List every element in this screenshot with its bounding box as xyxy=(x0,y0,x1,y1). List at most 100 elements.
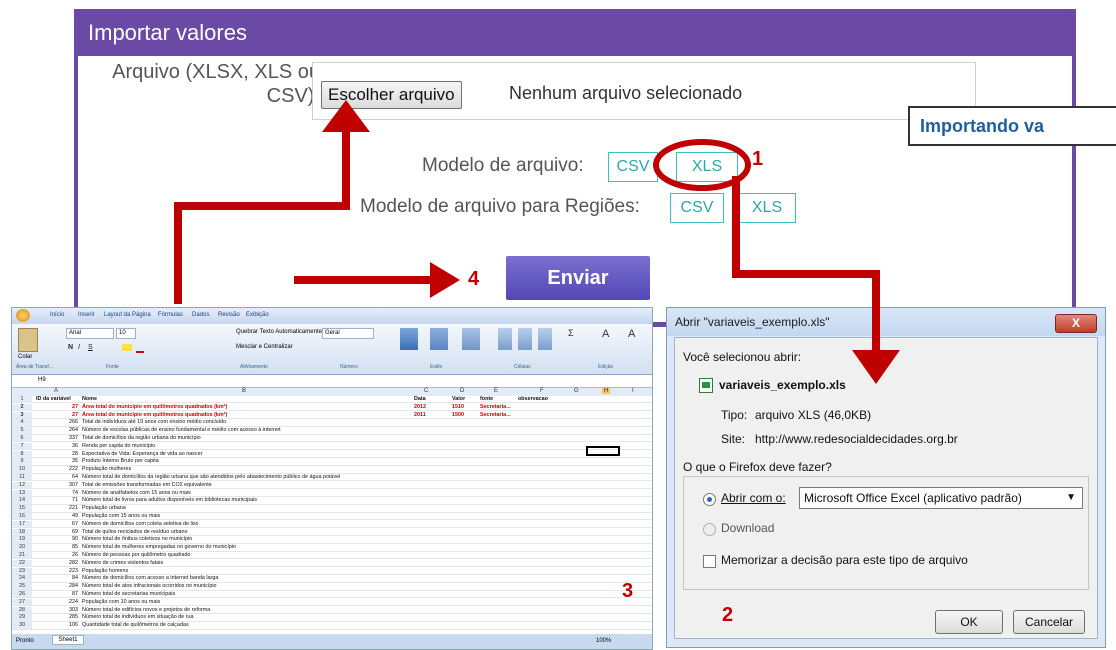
cell-reference[interactable]: H9 xyxy=(38,377,46,383)
delete-icon[interactable] xyxy=(518,328,532,350)
remember-label[interactable]: Memorizar a decisão para este tipo de ar… xyxy=(721,553,968,567)
cell-styles-icon[interactable] xyxy=(462,328,480,350)
model-csv-button[interactable]: CSV xyxy=(608,152,658,182)
close-button[interactable]: X xyxy=(1055,314,1097,333)
region-csv-button[interactable]: CSV xyxy=(670,193,724,223)
cell-name: Número total de ônibus coletivos no muni… xyxy=(82,536,193,543)
selected-cell[interactable] xyxy=(586,446,620,456)
table-row[interactable]: 27 224 População com 10 anos ou mais xyxy=(12,598,652,607)
choose-file-button[interactable]: Escolher arquivo xyxy=(321,81,462,109)
cell-name: Área total do município em quilômetros q… xyxy=(82,403,228,410)
column-letter: D xyxy=(460,388,465,394)
table-row[interactable]: 21 26 Número de pessoas por quilômetro qua… xyxy=(12,552,652,560)
selected-text: Você selecionou abrir: xyxy=(683,350,802,364)
conditional-format-icon[interactable] xyxy=(400,328,418,350)
open-with-label[interactable]: Abrir com o: xyxy=(721,491,786,505)
cell-fonte: Secretaria... xyxy=(480,411,511,418)
spreadsheet-grid[interactable]: 1 ID da variável Nome Data Valor fonte o… xyxy=(12,396,652,634)
excel-tab[interactable]: Fórmulas xyxy=(158,312,183,318)
download-label[interactable]: Download xyxy=(721,521,774,535)
font-name-select[interactable]: Arial xyxy=(66,328,114,339)
app-select[interactable]: Microsoft Office Excel (aplicativo padrã… xyxy=(799,487,1083,509)
paste-icon[interactable] xyxy=(18,328,38,352)
excel-tab[interactable]: Início xyxy=(50,312,64,318)
table-row[interactable]: 10 222 População mulheres xyxy=(12,466,652,474)
table-row[interactable]: 4 266 Total de indivíduos até 19 anos com … xyxy=(12,419,652,427)
table-row[interactable]: 14 71 Número total de livros para adultos … xyxy=(12,497,652,505)
download-radio[interactable] xyxy=(703,523,716,536)
excel-tab[interactable]: Revisão xyxy=(218,312,240,318)
table-row[interactable]: 17 67 Número de domicílios com coleta sele… xyxy=(12,520,652,529)
table-row[interactable]: 28 303 Número total de edifícios novos e p… xyxy=(12,606,652,614)
italic-icon[interactable]: I xyxy=(78,344,80,351)
excel-tab[interactable]: Dados xyxy=(192,312,209,318)
bold-icon[interactable]: N xyxy=(68,344,73,351)
wrap-text-button[interactable]: Quebrar Texto Automaticamente xyxy=(236,329,322,335)
table-row[interactable]: 6 337 Total de domicílios da região urbana… xyxy=(12,435,652,443)
table-row[interactable]: 20 85 Número total de mulheres empregadas … xyxy=(12,544,652,552)
row-number: 27 xyxy=(12,598,32,606)
table-row[interactable]: 22 282 Número de crimes violentos fatais xyxy=(12,559,652,568)
file-input-box[interactable]: Escolher arquivo Nenhum arquivo selecion… xyxy=(312,62,976,120)
autosum-icon[interactable]: Σ xyxy=(568,328,574,338)
table-row[interactable]: 26 87 Número total de secretarias municipa… xyxy=(12,591,652,599)
table-row[interactable]: 24 84 Número de domicílios com acesso a in… xyxy=(12,575,652,583)
table-row[interactable]: 3 27 Área total do município em quilômetro… xyxy=(12,411,652,419)
number-format-select[interactable]: Geral xyxy=(322,328,374,339)
cell-valor: 1500 xyxy=(452,411,464,418)
table-row[interactable]: 30 106 Quantidade total de quilômetros de … xyxy=(12,622,652,630)
table-row[interactable]: 7 36 Renda per capita do município xyxy=(12,442,652,451)
submit-button[interactable]: Enviar xyxy=(506,256,650,300)
remember-checkbox[interactable] xyxy=(703,555,716,568)
table-row[interactable]: 11 64 Número total de domicílios da região… xyxy=(12,474,652,482)
fill-color-icon[interactable] xyxy=(122,344,132,351)
table-row[interactable]: 5 264 Número de escolas públicas de ensino… xyxy=(12,427,652,435)
cell-name: Número de crimes violentos fatais xyxy=(82,559,164,566)
region-xls-button[interactable]: XLS xyxy=(738,193,796,223)
formula-bar[interactable]: H9 xyxy=(12,375,652,388)
cancel-button[interactable]: Cancelar xyxy=(1013,610,1085,634)
table-row[interactable]: 8 28 Expectativa de Vida: Esperança de vid… xyxy=(12,450,652,458)
table-row[interactable]: 13 74 Número de analfabetos com 15 anos ou… xyxy=(12,489,652,497)
group-label: Edição xyxy=(598,364,614,370)
table-row[interactable]: 25 284 Número total de atos infracionais o… xyxy=(12,583,652,591)
table-row[interactable]: 18 69 Total de quilos reciclados de resídu… xyxy=(12,528,652,536)
font-color-icon[interactable] xyxy=(136,344,144,353)
row-number: 24 xyxy=(12,575,32,582)
cell-name: Produto Interno Bruto per capita xyxy=(82,458,159,465)
cell-name: Número de pessoas por quilômetro quadrad… xyxy=(82,552,191,558)
table-row[interactable]: 15 221 População urbana xyxy=(12,505,652,513)
firefox-open-dialog: Abrir "variaveis_exemplo.xls" X Você sel… xyxy=(666,307,1106,648)
underline-icon[interactable]: S xyxy=(88,344,93,351)
table-row[interactable]: 12 307 Total de emissões transformadas em … xyxy=(12,481,652,490)
cell-id: 90 xyxy=(72,536,78,543)
column-letter: E xyxy=(494,388,499,394)
excel-tab[interactable]: Layout da Página xyxy=(104,312,151,318)
table-row[interactable]: 9 35 Produto Interno Bruto per capita xyxy=(12,458,652,466)
excel-tab[interactable]: Inserir xyxy=(78,312,95,318)
table-row[interactable]: 29 285 Número total de indivíduos em situa… xyxy=(12,614,652,622)
format-table-icon[interactable] xyxy=(430,328,448,350)
table-row[interactable]: 19 90 Número total de ônibus coletivos no … xyxy=(12,536,652,544)
table-row[interactable]: 16 49 População com 15 anos ou mais xyxy=(12,513,652,521)
sheet-tab[interactable]: Sheet1 xyxy=(52,635,84,645)
sort-filter-icon[interactable]: A xyxy=(602,328,609,340)
table-row[interactable]: 23 223 População homens xyxy=(12,567,652,575)
cell-name: Renda per capita do município xyxy=(82,442,156,449)
row-number: 30 xyxy=(12,622,32,629)
format-icon[interactable] xyxy=(538,328,552,350)
office-button-icon[interactable] xyxy=(16,309,30,322)
table-row[interactable]: 2 27 Área total do município em quilômetro… xyxy=(12,403,652,412)
open-with-radio[interactable] xyxy=(703,493,716,506)
find-select-icon[interactable]: A xyxy=(628,328,635,340)
row-number: 19 xyxy=(12,536,32,543)
model-xls-button[interactable]: XLS xyxy=(676,152,738,182)
row-number: 13 xyxy=(12,489,32,496)
font-size-select[interactable]: 10 xyxy=(116,328,136,339)
excel-tab[interactable]: Exibição xyxy=(246,312,269,318)
merge-center-button[interactable]: Mesclar e Centralizar xyxy=(236,344,293,350)
cell-id: 222 xyxy=(69,466,78,473)
column-letter: G xyxy=(574,388,579,394)
insert-icon[interactable] xyxy=(498,328,512,350)
ok-button[interactable]: OK xyxy=(935,610,1003,634)
